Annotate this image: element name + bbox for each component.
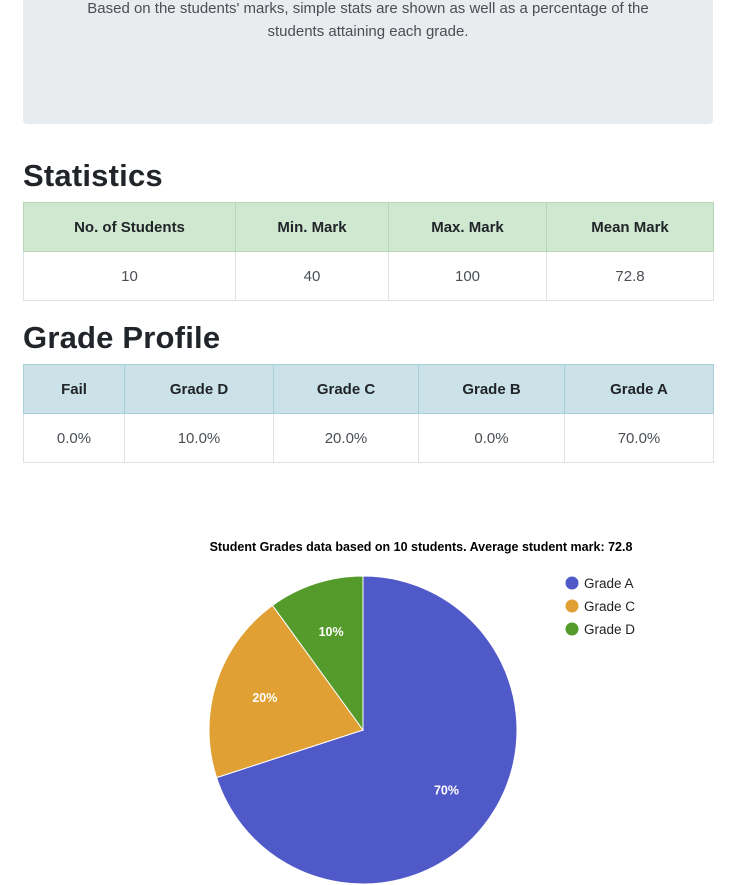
legend-marker-grade-c <box>565 599 579 613</box>
legend-marker-grade-a <box>565 576 579 590</box>
value-grade-d: 10.0% <box>124 413 274 463</box>
statistics-table: No. of Students Min. Mark Max. Mark Mean… <box>23 202 714 301</box>
header-min-mark: Min. Mark <box>235 202 389 252</box>
value-min-mark: 40 <box>235 251 389 301</box>
chart-title: Student Grades data based on 10 students… <box>210 540 633 554</box>
value-grade-c: 20.0% <box>273 413 419 463</box>
grade-header-row: Fail Grade D Grade C Grade B Grade A <box>23 364 714 414</box>
value-max-mark: 100 <box>388 251 547 301</box>
slice-label-grade-c: 20% <box>252 691 277 705</box>
header-fail: Fail <box>23 364 125 414</box>
chart-legend: Grade A Grade C Grade D <box>565 576 635 637</box>
grades-pie-chart: Student Grades data based on 10 students… <box>208 540 635 885</box>
intro-line-2: students attaining each grade. <box>267 23 469 40</box>
slice-label-grade-d: 10% <box>319 625 344 639</box>
value-mean-mark: 72.8 <box>546 251 714 301</box>
header-mean-mark: Mean Mark <box>546 202 714 252</box>
header-grade-a: Grade A <box>564 364 714 414</box>
header-grade-b: Grade B <box>418 364 565 414</box>
value-grade-a: 70.0% <box>564 413 714 463</box>
intro-text: Based on the students' marks, simple sta… <box>23 0 713 43</box>
header-no-of-students: No. of Students <box>23 202 236 252</box>
value-grade-b: 0.0% <box>418 413 565 463</box>
pie-slices: 70% 20% 10% <box>208 575 518 885</box>
statistics-header-row: No. of Students Min. Mark Max. Mark Mean… <box>23 202 714 252</box>
statistics-value-row: 10 40 100 72.8 <box>23 251 714 301</box>
intro-panel: Based on the students' marks, simple sta… <box>23 0 713 124</box>
grade-value-row: 0.0% 10.0% 20.0% 0.0% 70.0% <box>23 413 714 463</box>
legend-label-grade-d[interactable]: Grade D <box>584 622 635 637</box>
value-fail: 0.0% <box>23 413 125 463</box>
statistics-heading: Statistics <box>23 158 163 193</box>
header-max-mark: Max. Mark <box>388 202 547 252</box>
grade-profile-table: Fail Grade D Grade C Grade B Grade A 0.0… <box>23 364 714 463</box>
legend-label-grade-c[interactable]: Grade C <box>584 599 635 614</box>
grade-profile-heading: Grade Profile <box>23 320 221 355</box>
intro-line-1: Based on the students' marks, simple sta… <box>87 0 649 17</box>
header-grade-c: Grade C <box>273 364 419 414</box>
legend-marker-grade-d <box>565 622 579 636</box>
slice-label-grade-a: 70% <box>434 784 459 798</box>
header-grade-d: Grade D <box>124 364 274 414</box>
legend-label-grade-a[interactable]: Grade A <box>584 576 634 591</box>
value-no-of-students: 10 <box>23 251 236 301</box>
